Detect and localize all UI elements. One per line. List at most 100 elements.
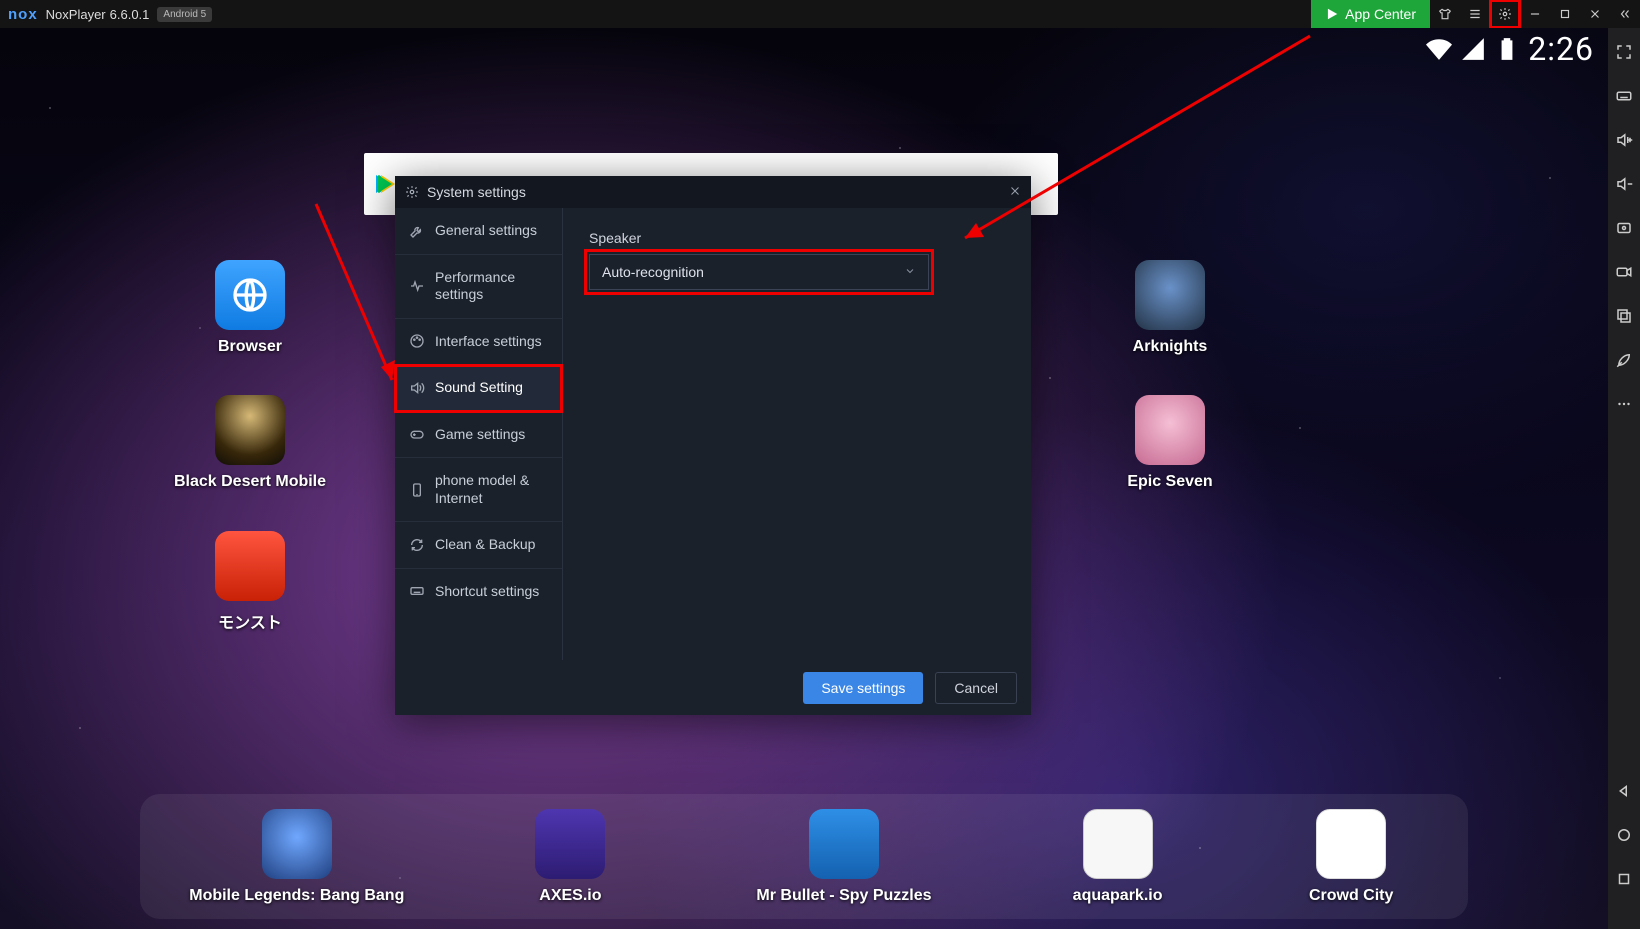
emulator-screen: 2:26 Browser Black Desert Mobile モンスト Ar… bbox=[0, 28, 1608, 929]
app-label: Black Desert Mobile bbox=[174, 473, 326, 491]
palette-icon bbox=[409, 333, 425, 349]
app-epic-seven[interactable]: Epic Seven bbox=[1100, 395, 1240, 491]
axes-icon bbox=[535, 809, 605, 879]
signal-icon bbox=[1460, 36, 1486, 62]
aquapark-icon bbox=[1083, 809, 1153, 879]
app-center-label: App Center bbox=[1345, 6, 1416, 22]
dialog-close-button[interactable] bbox=[1009, 184, 1021, 200]
phone-icon bbox=[409, 482, 425, 498]
nav-phone-internet[interactable]: phone model & Internet bbox=[395, 458, 562, 522]
nav-performance-settings[interactable]: Performance settings bbox=[395, 255, 562, 319]
mlbb-icon bbox=[262, 809, 332, 879]
app-label: Arknights bbox=[1133, 338, 1208, 356]
app-label: AXES.io bbox=[539, 887, 601, 905]
gear-icon bbox=[405, 185, 419, 199]
nav-general-settings[interactable]: General settings bbox=[395, 208, 562, 255]
dialog-titlebar: System settings bbox=[395, 176, 1031, 208]
refresh-icon bbox=[409, 537, 425, 553]
dock-axes[interactable]: AXES.io bbox=[500, 809, 640, 905]
dock-mrbullet[interactable]: Mr Bullet - Spy Puzzles bbox=[734, 809, 954, 905]
google-play-icon bbox=[378, 175, 392, 193]
speaker-value: Auto-recognition bbox=[602, 264, 704, 280]
dock-mlbb[interactable]: Mobile Legends: Bang Bang bbox=[187, 809, 407, 905]
nav-label: Game settings bbox=[435, 426, 525, 444]
android-version-badge: Android 5 bbox=[157, 7, 212, 22]
browser-icon bbox=[215, 260, 285, 330]
collapse-sidebar-icon[interactable] bbox=[1610, 0, 1640, 28]
clock-text: 2:26 bbox=[1528, 30, 1594, 68]
system-settings-dialog: System settings General settings Perform… bbox=[395, 176, 1031, 715]
android-status-bar: 2:26 bbox=[0, 28, 1608, 70]
app-label: Mr Bullet - Spy Puzzles bbox=[756, 887, 931, 905]
gear-icon[interactable] bbox=[1490, 0, 1520, 28]
record-icon[interactable] bbox=[1614, 262, 1634, 282]
monsuto-icon bbox=[215, 531, 285, 601]
app-label: Epic Seven bbox=[1127, 473, 1212, 491]
titlebar: nox NoxPlayer 6.6.0.1 Android 5 App Cent… bbox=[0, 0, 1640, 28]
pulse-icon bbox=[409, 278, 425, 294]
nox-logo: nox bbox=[0, 6, 46, 23]
minimize-icon[interactable] bbox=[1520, 0, 1550, 28]
cancel-button[interactable]: Cancel bbox=[935, 672, 1017, 704]
play-icon bbox=[1325, 7, 1339, 21]
tshirt-icon[interactable] bbox=[1430, 0, 1460, 28]
nav-label: Sound Setting bbox=[435, 379, 523, 397]
fullscreen-icon[interactable] bbox=[1614, 42, 1634, 62]
settings-nav: General settings Performance settings In… bbox=[395, 208, 563, 660]
close-icon[interactable] bbox=[1580, 0, 1610, 28]
save-settings-button[interactable]: Save settings bbox=[803, 672, 923, 704]
nav-shortcut-settings[interactable]: Shortcut settings bbox=[395, 569, 562, 615]
app-center-button[interactable]: App Center bbox=[1311, 0, 1430, 28]
nav-label: phone model & Internet bbox=[435, 472, 552, 507]
app-label: Browser bbox=[218, 338, 282, 356]
app-black-desert[interactable]: Black Desert Mobile bbox=[140, 395, 360, 491]
dialog-title: System settings bbox=[427, 184, 526, 200]
keyboard-icon bbox=[409, 583, 425, 599]
screenshot-icon[interactable] bbox=[1614, 218, 1634, 238]
nav-label: Shortcut settings bbox=[435, 583, 539, 601]
epic-seven-icon bbox=[1135, 395, 1205, 465]
nav-interface-settings[interactable]: Interface settings bbox=[395, 319, 562, 366]
nav-label: Performance settings bbox=[435, 269, 552, 304]
nav-game-settings[interactable]: Game settings bbox=[395, 412, 562, 459]
more-icon[interactable] bbox=[1614, 394, 1634, 414]
settings-content: Speaker Auto-recognition bbox=[563, 208, 1031, 660]
nav-sound-setting[interactable]: Sound Setting bbox=[395, 365, 562, 412]
chevron-down-icon bbox=[904, 264, 916, 280]
volume-down-icon[interactable] bbox=[1614, 174, 1634, 194]
wifi-icon bbox=[1426, 36, 1452, 62]
rocket-icon[interactable] bbox=[1614, 350, 1634, 370]
product-name: NoxPlayer bbox=[46, 7, 106, 22]
nav-label: General settings bbox=[435, 222, 537, 240]
keymap-icon[interactable] bbox=[1614, 86, 1634, 106]
side-toolbar bbox=[1608, 28, 1640, 929]
app-label: モンスト bbox=[218, 609, 282, 633]
dock-aquapark[interactable]: aquapark.io bbox=[1048, 809, 1188, 905]
save-label: Save settings bbox=[821, 680, 905, 696]
app-label: aquapark.io bbox=[1073, 887, 1163, 905]
multi-instance-icon[interactable] bbox=[1614, 306, 1634, 326]
maximize-icon[interactable] bbox=[1550, 0, 1580, 28]
volume-up-icon[interactable] bbox=[1614, 130, 1634, 150]
mrbullet-icon bbox=[809, 809, 879, 879]
nav-clean-backup[interactable]: Clean & Backup bbox=[395, 522, 562, 569]
home-icon[interactable] bbox=[1614, 825, 1634, 845]
app-browser[interactable]: Browser bbox=[180, 260, 320, 356]
dialog-footer: Save settings Cancel bbox=[395, 660, 1031, 715]
cancel-label: Cancel bbox=[954, 680, 998, 696]
wrench-icon bbox=[409, 223, 425, 239]
speaker-select[interactable]: Auto-recognition bbox=[589, 254, 929, 290]
battery-charging-icon bbox=[1494, 36, 1520, 62]
back-icon[interactable] bbox=[1614, 781, 1634, 801]
app-monsuto[interactable]: モンスト bbox=[180, 531, 320, 633]
nav-label: Clean & Backup bbox=[435, 536, 535, 554]
dock-crowdcity[interactable]: Crowd City bbox=[1281, 809, 1421, 905]
dock: Mobile Legends: Bang Bang AXES.io Mr Bul… bbox=[140, 794, 1468, 919]
arknights-icon bbox=[1135, 260, 1205, 330]
app-label: Mobile Legends: Bang Bang bbox=[189, 887, 404, 905]
black-desert-icon bbox=[215, 395, 285, 465]
product-version: 6.6.0.1 bbox=[110, 7, 150, 22]
app-arknights[interactable]: Arknights bbox=[1100, 260, 1240, 356]
recents-icon[interactable] bbox=[1614, 869, 1634, 889]
menu-icon[interactable] bbox=[1460, 0, 1490, 28]
